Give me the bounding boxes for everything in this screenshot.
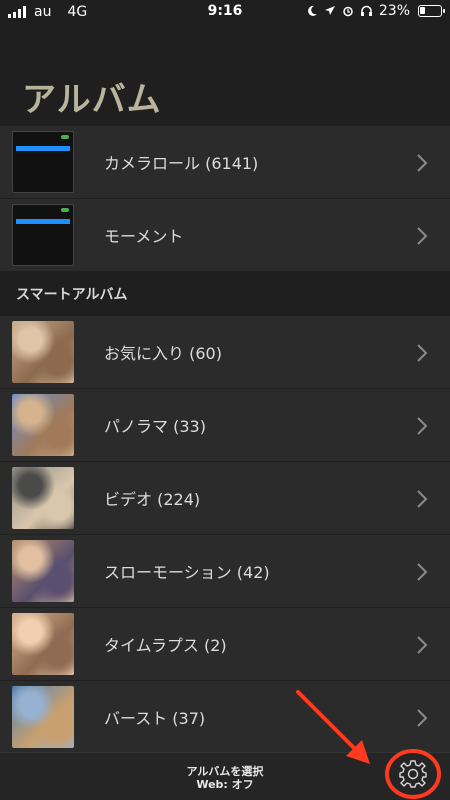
album-row-camera-roll[interactable]: カメラロール (6141) — [0, 126, 450, 199]
panorama-thumbnail — [12, 394, 74, 456]
album-row-burst[interactable]: バースト (37) — [0, 681, 450, 754]
page-title: アルバム — [22, 80, 162, 120]
timelapse-thumbnail — [12, 613, 74, 675]
album-row-panorama[interactable]: パノラマ (33) — [0, 389, 450, 462]
album-label: カメラロール (6141) — [104, 154, 259, 173]
settings-button[interactable] — [383, 748, 443, 800]
album-label: ビデオ (224) — [104, 490, 201, 509]
moon-icon — [307, 5, 317, 16]
album-label: モーメント — [104, 227, 184, 246]
burst-thumbnail — [12, 686, 74, 748]
alarm-icon — [343, 6, 353, 17]
album-row-timelapse[interactable]: タイムラプス (2) — [0, 608, 450, 681]
status-bar: au 4G 9:16 23% — [0, 0, 450, 24]
album-list: カメラロール (6141) モーメント スマートアルバム お気に入り (60) … — [0, 126, 450, 754]
headphones-icon — [360, 5, 372, 16]
album-row-video[interactable]: ビデオ (224) — [0, 462, 450, 535]
battery-percent: 23% — [378, 3, 410, 19]
favorites-thumbnail — [12, 321, 74, 383]
album-row-slo-mo[interactable]: スローモーション (42) — [0, 535, 450, 608]
album-label: バースト (37) — [104, 709, 206, 728]
slo-mo-thumbnail — [12, 540, 74, 602]
album-row-moments[interactable]: モーメント — [0, 199, 450, 272]
album-label: スローモーション (42) — [104, 563, 270, 582]
chevron-right-icon — [417, 417, 428, 435]
chevron-right-icon — [417, 636, 428, 654]
chevron-right-icon — [417, 563, 428, 581]
chevron-right-icon — [417, 344, 428, 362]
album-label: パノラマ (33) — [104, 417, 206, 436]
battery-fill — [420, 7, 425, 14]
status-right: 23% — [306, 3, 445, 19]
gear-icon — [399, 760, 427, 788]
annotation-arrow — [296, 690, 370, 764]
album-row-favorites[interactable]: お気に入り (60) — [0, 316, 450, 389]
album-label: お気に入り (60) — [104, 344, 222, 363]
video-thumbnail — [12, 467, 74, 529]
chevron-right-icon — [417, 154, 428, 172]
location-arrow-icon — [324, 6, 335, 15]
chevron-right-icon — [417, 709, 428, 727]
section-header-smart-albums: スマートアルバム — [0, 272, 450, 316]
camera-roll-thumbnail — [12, 131, 74, 193]
battery-icon — [418, 5, 445, 17]
album-label: タイムラプス (2) — [104, 636, 227, 655]
chevron-right-icon — [417, 490, 428, 508]
moments-thumbnail — [12, 204, 74, 266]
chevron-right-icon — [417, 227, 428, 245]
